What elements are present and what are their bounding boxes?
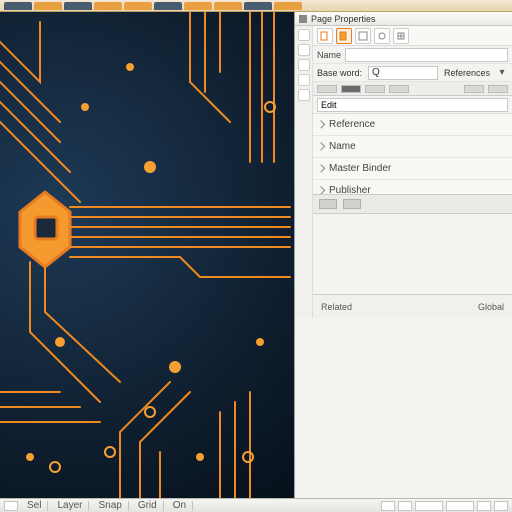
search-input[interactable] [317,98,508,112]
tool-icon[interactable] [298,59,310,71]
tab[interactable] [124,2,152,10]
status-cell[interactable]: Layer [51,501,89,511]
panel-titlebar[interactable]: Page Properties [295,12,512,26]
list-item[interactable]: Master Binder [313,158,512,180]
tool-icon[interactable] [298,89,310,101]
panel-toolbar [313,26,512,46]
status-icon[interactable] [446,501,474,511]
tab[interactable] [34,2,62,10]
list-item[interactable]: Name [313,136,512,158]
ruler-segment[interactable] [389,85,409,93]
tab[interactable] [154,2,182,10]
global-label: Global [478,302,504,312]
tab[interactable] [274,2,302,10]
status-icon[interactable] [477,501,491,511]
gear-icon[interactable] [374,28,390,44]
references-label: References [444,68,490,78]
tab[interactable] [184,2,212,10]
base-word-row: Base word: Q References ▾ [313,64,512,82]
panel-midbar [313,194,512,214]
search-row [313,96,512,114]
panel-title: Page Properties [311,14,376,24]
canvas-viewport[interactable] [0,12,294,498]
status-icon[interactable] [398,501,412,511]
name-input[interactable] [345,48,508,62]
doc-icon[interactable] [317,28,333,44]
status-icon[interactable] [381,501,395,511]
grid-icon[interactable] [393,28,409,44]
tool-icon[interactable] [298,74,310,86]
status-bar: Sel Layer Snap Grid On [0,498,512,512]
properties-panel: Page Properties Name [294,12,512,498]
page-icon[interactable] [355,28,371,44]
status-icon[interactable] [415,501,443,511]
panel-sidebar-icons [295,26,313,318]
base-word-label: Base word: [317,68,362,78]
tab[interactable] [214,2,242,10]
name-field-row: Name [313,46,512,64]
tool-icon[interactable] [298,29,310,41]
list-item[interactable]: Reference [313,114,512,136]
status-icon[interactable] [4,501,18,511]
ruler-segment[interactable] [488,85,508,93]
tool-icon[interactable] [298,44,310,56]
name-label: Name [317,50,341,60]
list-item[interactable]: Publisher [313,180,512,194]
status-cell[interactable]: Grid [132,501,164,511]
chip-icon[interactable] [319,199,337,209]
ruler-segment[interactable] [365,85,385,93]
ruler-segment[interactable] [317,85,337,93]
status-cell[interactable]: Snap [92,501,128,511]
status-icon[interactable] [494,501,508,511]
status-cell[interactable]: Sel [21,501,48,511]
tab[interactable] [94,2,122,10]
chip-icon[interactable] [343,199,361,209]
status-cell[interactable]: On [167,501,193,511]
main-area: Page Properties Name [0,12,512,498]
panel-blank [313,214,512,294]
document-tab-strip [0,0,512,12]
doc-orange-icon[interactable] [336,28,352,44]
circuit-wallpaper [0,12,294,498]
base-word-select[interactable]: Q [368,66,438,80]
chevron-down-icon[interactable]: ▾ [496,67,508,78]
panel-footer: Related Global [313,294,512,318]
ruler-row [313,82,512,96]
related-label: Related [321,302,352,312]
ruler-segment[interactable] [341,85,361,93]
tab[interactable] [4,2,32,10]
tab[interactable] [244,2,272,10]
panel-icon [299,15,307,23]
ruler-segment[interactable] [464,85,484,93]
tab[interactable] [64,2,92,10]
property-list: Reference Name Master Binder Publisher S… [313,114,512,194]
